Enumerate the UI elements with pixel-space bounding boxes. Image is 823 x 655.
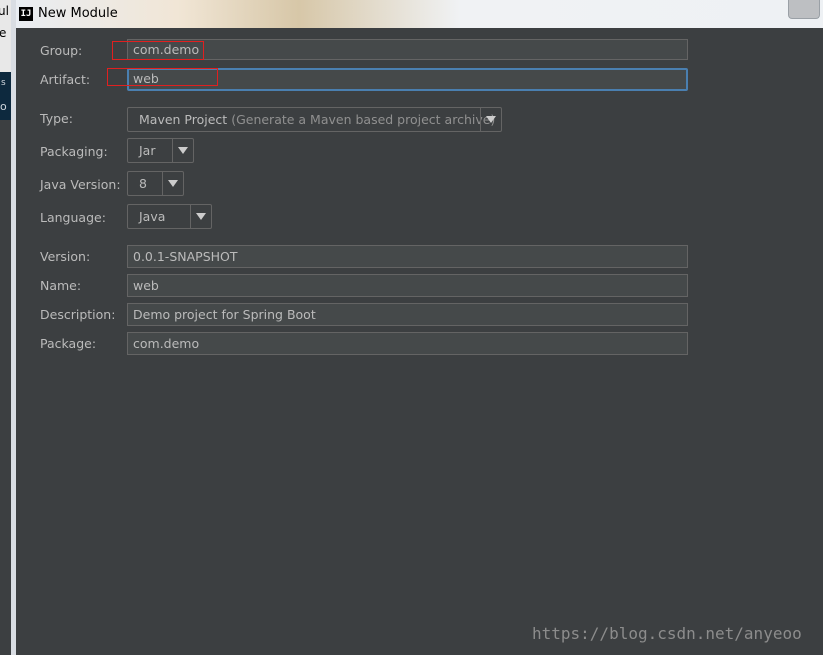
background-window-text: o [0, 100, 7, 113]
window-title: New Module [38, 6, 118, 21]
chevron-down-icon[interactable] [162, 172, 183, 195]
type-label: Type: [40, 111, 73, 126]
background-window-text: s [1, 78, 6, 88]
type-value: Maven Project (Generate a Maven based pr… [139, 108, 495, 131]
description-label: Description: [40, 307, 116, 322]
version-label: Version: [40, 249, 91, 264]
chevron-down-icon[interactable] [172, 139, 193, 162]
annotation-highlight-artifact [107, 68, 218, 86]
title-bar[interactable]: IJ New Module [16, 0, 823, 28]
package-field[interactable]: com.demo [127, 332, 688, 355]
packaging-label: Packaging: [40, 144, 108, 159]
new-module-dialog: IJ New Module Group: com.demo Artifact: … [11, 0, 823, 655]
description-field[interactable]: Demo project for Spring Boot [127, 303, 688, 326]
packaging-value: Jar [139, 143, 156, 158]
packaging-dropdown[interactable]: Jar [127, 138, 194, 163]
language-value: Java [139, 209, 166, 224]
artifact-label: Artifact: [40, 72, 91, 87]
java-version-dropdown[interactable]: 8 [127, 171, 184, 196]
chevron-down-icon[interactable] [190, 205, 211, 228]
background-window-strip: ul e s o [0, 0, 11, 655]
type-hint-text: (Generate a Maven based project archive) [231, 112, 496, 127]
type-main-text: Maven Project [139, 112, 228, 127]
name-field[interactable]: web [127, 274, 688, 297]
java-version-value: 8 [139, 176, 147, 191]
java-version-label: Java Version: [40, 177, 121, 192]
annotation-highlight-group [112, 41, 204, 60]
intellij-app-icon: IJ [19, 7, 33, 21]
language-label: Language: [40, 210, 106, 225]
language-dropdown[interactable]: Java [127, 204, 212, 229]
version-field[interactable]: 0.0.1-SNAPSHOT [127, 245, 688, 268]
background-window-text: ul [0, 4, 9, 18]
module-form: Group: com.demo Artifact: web Type: Mave… [16, 28, 823, 655]
name-label: Name: [40, 278, 82, 293]
chevron-down-icon[interactable] [480, 108, 501, 131]
background-window-text: e [0, 26, 7, 40]
group-field[interactable]: com.demo [127, 39, 688, 60]
type-dropdown[interactable]: Maven Project (Generate a Maven based pr… [127, 107, 502, 132]
group-label: Group: [40, 43, 83, 58]
close-button[interactable] [788, 0, 820, 19]
package-label: Package: [40, 336, 97, 351]
watermark-text: https://blog.csdn.net/anyeoo [532, 624, 802, 643]
